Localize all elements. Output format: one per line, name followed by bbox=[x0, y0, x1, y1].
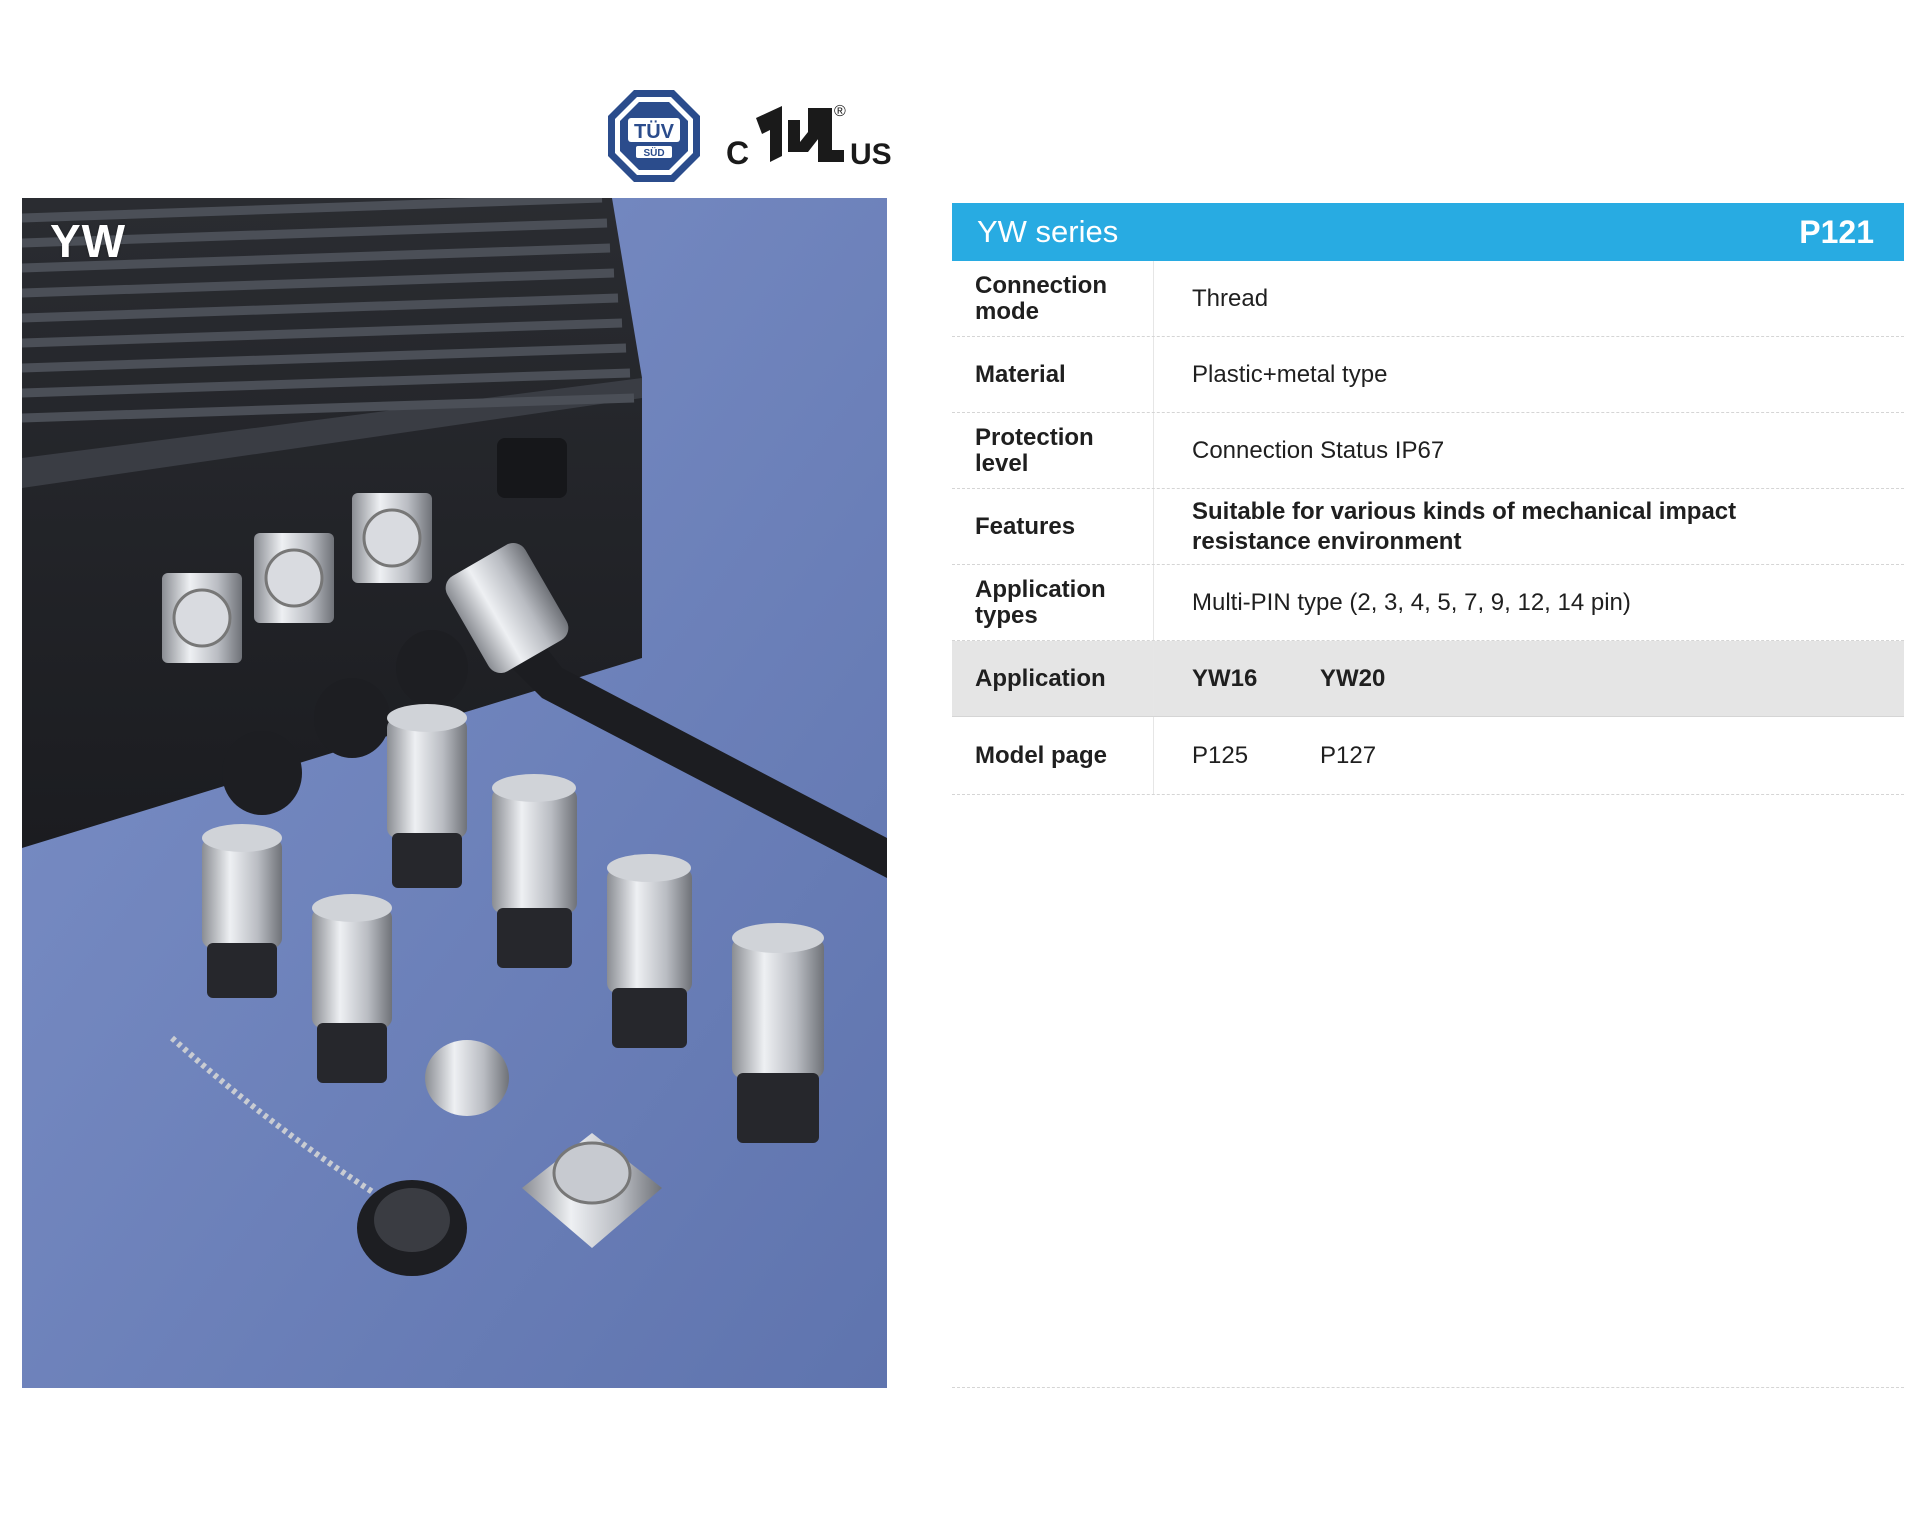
row-application-types: Application types Multi-PIN type (2, 3, … bbox=[952, 565, 1904, 641]
row-value: Suitable for various kinds of mechanical… bbox=[1192, 497, 1737, 555]
series-page: P121 bbox=[1799, 213, 1874, 250]
row-connection-mode: Connection mode Thread bbox=[952, 261, 1904, 337]
ul-us-text: US bbox=[850, 138, 892, 170]
ul-c-text: C bbox=[726, 135, 749, 170]
series-title: YW series bbox=[977, 214, 1119, 249]
row-label: Connection mode bbox=[952, 261, 1154, 336]
row-value: YW16 YW20 bbox=[1154, 641, 1904, 716]
row-features: Features Suitable for various kinds of m… bbox=[952, 489, 1904, 565]
spec-bottom-rule bbox=[952, 1387, 1904, 1388]
spec-table: YW series P121 Connection mode Thread Ma… bbox=[952, 203, 1904, 795]
photo-series-label: YW bbox=[50, 215, 127, 267]
row-label: Application bbox=[952, 641, 1154, 716]
sud-logo-text: SÜD bbox=[643, 146, 664, 159]
row-label: Protection level bbox=[952, 413, 1154, 488]
row-label: Features bbox=[952, 489, 1154, 564]
row-value: P125 P127 bbox=[1154, 717, 1904, 794]
model-page-link-p127[interactable]: P127 bbox=[1320, 741, 1376, 771]
application-link-yw16[interactable]: YW16 bbox=[1192, 664, 1320, 694]
row-protection-level: Protection level Connection Status IP67 bbox=[952, 413, 1904, 489]
row-label: Application types bbox=[952, 565, 1154, 640]
culus-logo: C ® US bbox=[722, 100, 892, 171]
spec-header: YW series P121 bbox=[952, 203, 1904, 261]
product-photo: YW bbox=[22, 198, 887, 1388]
row-value: Thread bbox=[1192, 284, 1269, 312]
row-material: Material Plastic+metal type bbox=[952, 337, 1904, 413]
row-value: Multi-PIN type (2, 3, 4, 5, 7, 9, 12, 14… bbox=[1192, 588, 1631, 616]
row-label: Material bbox=[952, 337, 1154, 412]
application-link-yw20[interactable]: YW20 bbox=[1320, 664, 1385, 694]
tuv-logo-text: TÜV bbox=[634, 120, 675, 143]
row-label: Model page bbox=[952, 717, 1154, 794]
tuv-sud-logo: TÜV SÜD bbox=[606, 88, 702, 184]
row-value: Connection Status IP67 bbox=[1192, 436, 1445, 464]
model-page-link-p125[interactable]: P125 bbox=[1192, 741, 1320, 771]
row-value: Plastic+metal type bbox=[1192, 360, 1388, 388]
row-model-page: Model page P125 P127 bbox=[952, 717, 1904, 795]
row-application: Application YW16 YW20 bbox=[952, 641, 1904, 717]
ul-reg-mark: ® bbox=[834, 103, 846, 120]
